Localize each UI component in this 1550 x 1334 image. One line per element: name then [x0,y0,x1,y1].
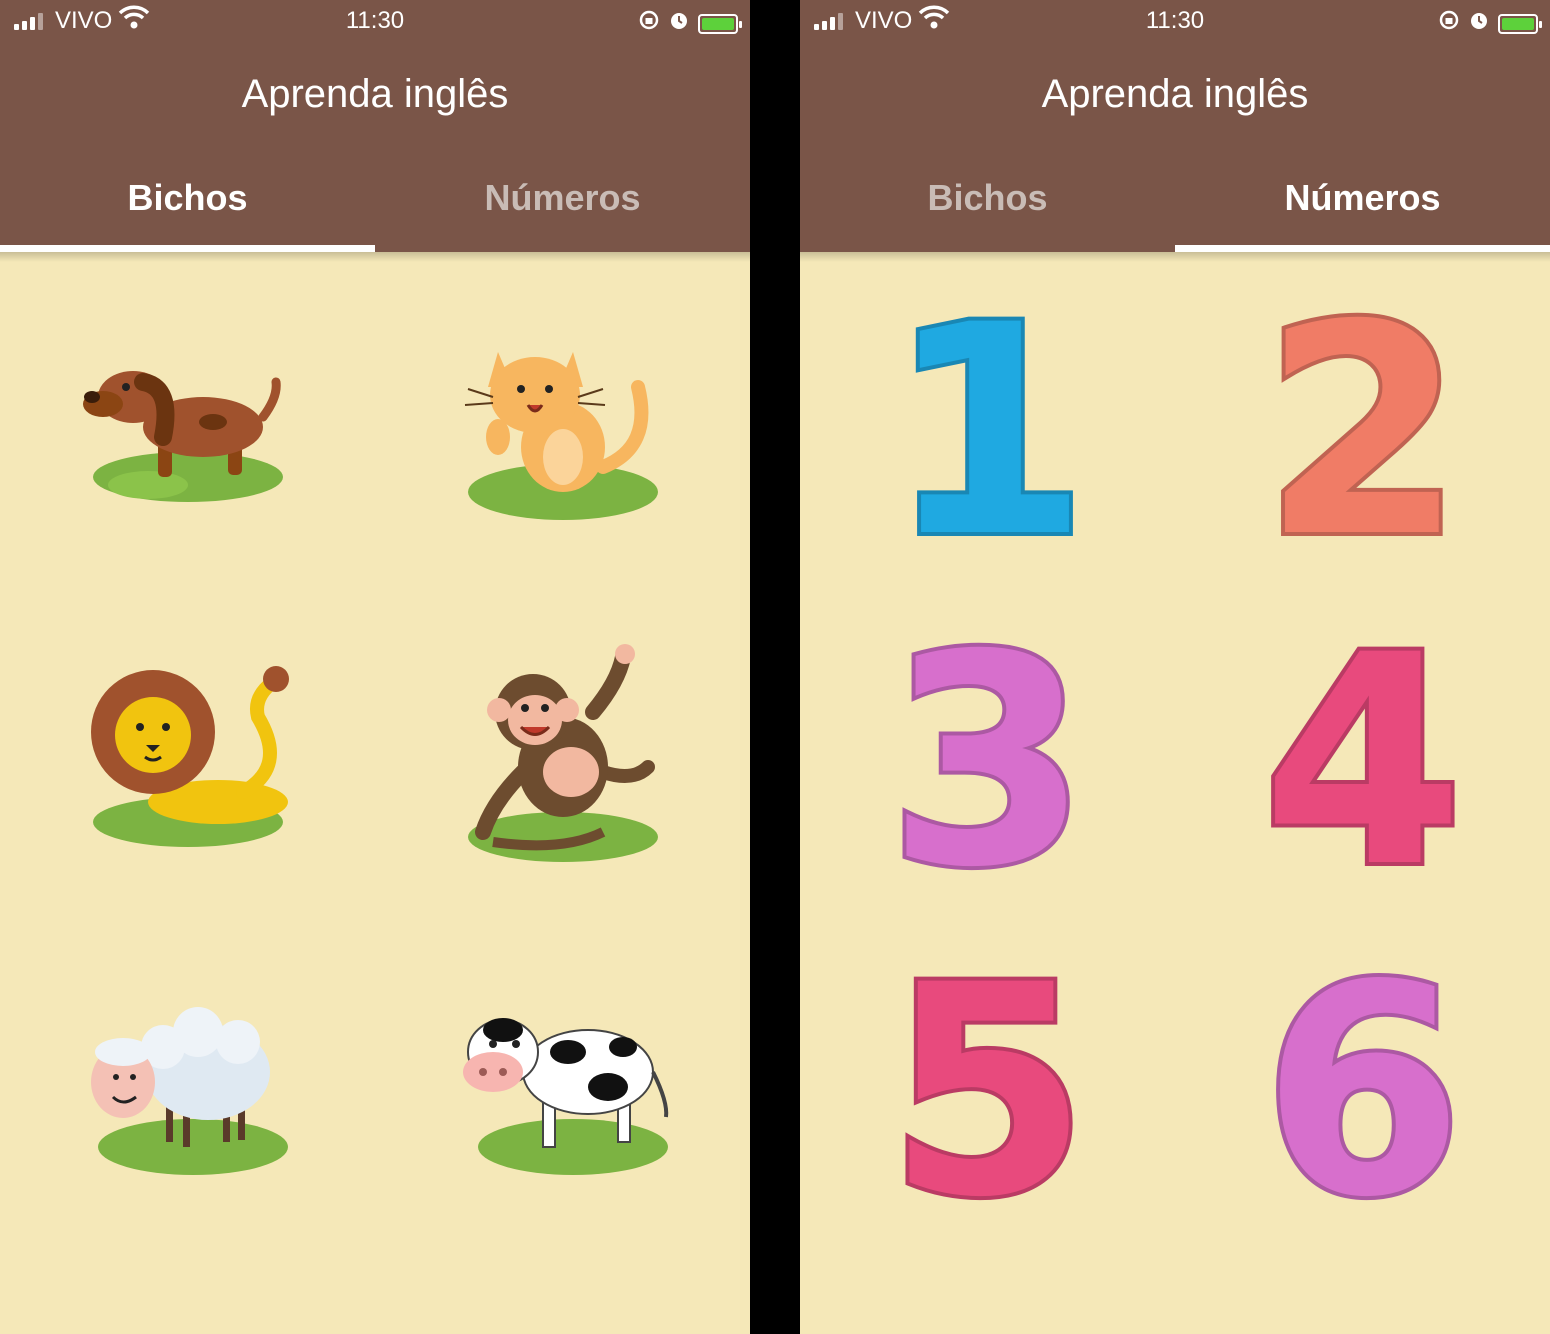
number-3-glyph: 3 [887,594,1089,931]
screen-bichos: VIVO 11:30 Aprenda inglês Bichos Números [0,0,750,1334]
number-4-glyph: 4 [1262,594,1464,931]
animal-cow-button[interactable] [375,922,750,1252]
number-3-button[interactable]: 3 [800,590,1175,935]
number-1-button[interactable]: 1 [800,260,1175,605]
tab-bichos[interactable]: Bichos [800,150,1175,252]
number-5-glyph: 5 [887,924,1089,1261]
number-2-glyph: 2 [1262,264,1464,601]
alarm-icon [1468,9,1490,38]
lion-icon [90,666,289,847]
cat-icon [464,352,658,520]
monkey-icon [467,644,658,862]
number-4-button[interactable]: 4 [1175,590,1550,935]
number-6-glyph: 6 [1262,924,1464,1261]
number-1-glyph: 1 [887,264,1089,601]
animal-lion-button[interactable] [0,592,375,922]
orientation-lock-icon [1438,9,1460,38]
tab-numeros[interactable]: Números [375,150,750,252]
status-bar: VIVO 11:30 [0,0,750,42]
animal-monkey-button[interactable] [375,592,750,922]
page-title: Aprenda inglês [241,72,509,116]
screen-numeros: VIVO 11:30 Aprenda inglês Bichos Números… [800,0,1550,1334]
number-2-button[interactable]: 2 [1175,260,1550,605]
battery-icon [698,13,742,34]
dog-icon [82,371,283,502]
number-6-button[interactable]: 6 [1175,920,1550,1265]
sheep-icon [90,1007,288,1175]
cow-icon [462,1018,668,1175]
status-bar: VIVO 11:30 [800,0,1550,42]
page-title: Aprenda inglês [1041,72,1309,116]
app-bar: VIVO 11:30 Aprenda inglês Bichos Números [0,0,750,252]
animal-cat-button[interactable] [375,262,750,592]
battery-icon [1498,13,1542,34]
animals-grid [0,262,750,1334]
tab-numeros[interactable]: Números [1175,150,1550,252]
tab-bar: Bichos Números [800,150,1550,252]
animal-sheep-button[interactable] [0,922,375,1252]
tab-bar: Bichos Números [0,150,750,252]
alarm-icon [668,9,690,38]
numbers-grid: 1 2 3 4 5 6 [800,260,1550,1334]
tab-bichos[interactable]: Bichos [0,150,375,252]
app-bar: VIVO 11:30 Aprenda inglês Bichos Números [800,0,1550,252]
number-5-button[interactable]: 5 [800,920,1175,1265]
orientation-lock-icon [638,9,660,38]
animal-dog-button[interactable] [0,262,375,592]
